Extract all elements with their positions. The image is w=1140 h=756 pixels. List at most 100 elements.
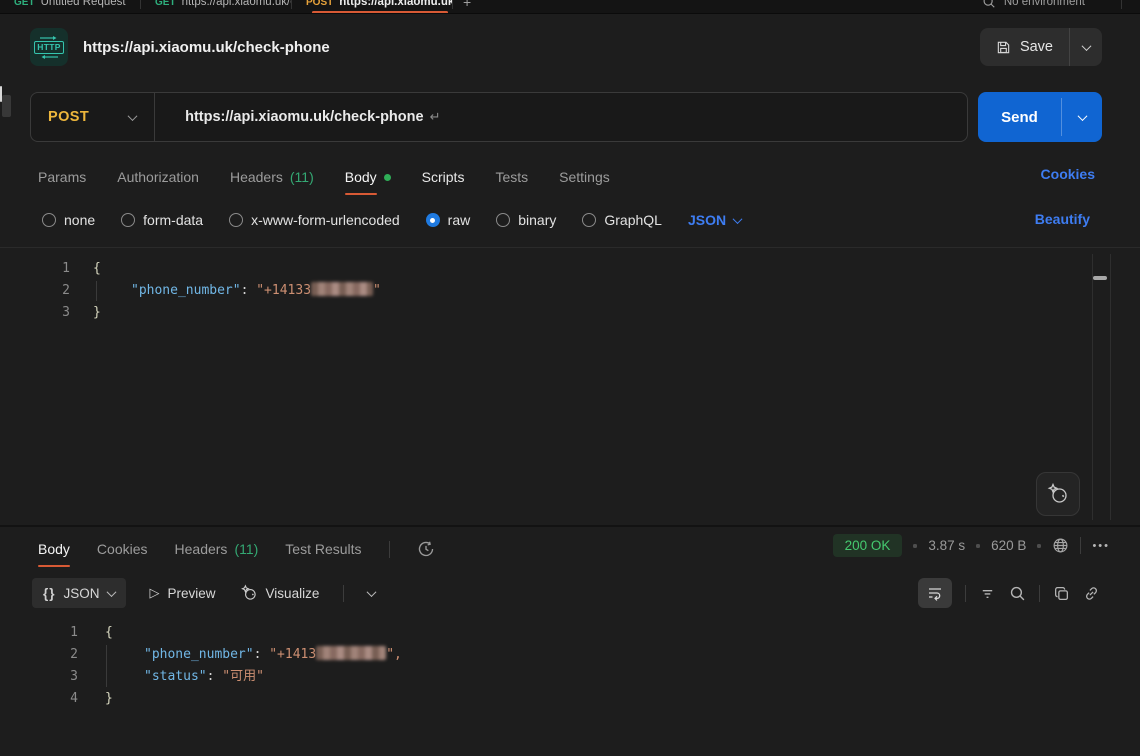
save-options-button[interactable] — [1070, 28, 1102, 66]
radio-icon — [229, 213, 243, 227]
headers-count: (11) — [234, 541, 258, 557]
beautify-link[interactable]: Beautify — [1035, 211, 1090, 227]
redacted-phone-digits — [311, 282, 373, 296]
tab-tests[interactable]: Tests — [495, 169, 528, 185]
http-request-icon: HTTP — [30, 28, 68, 66]
more-views-chevron[interactable] — [367, 587, 377, 597]
request-body-editor[interactable]: 1 { 2 "phone_number": "+14133" 3 } — [0, 248, 1140, 525]
language-selector[interactable]: JSON — [688, 212, 741, 228]
http-badge: HTTP — [34, 41, 63, 54]
more-options-icon[interactable]: ••• — [1092, 540, 1110, 552]
response-format-selector[interactable]: {} JSON — [32, 578, 126, 608]
workspace-tab-strip: GET Untitled Request GET https://api.xia… — [0, 0, 1140, 14]
section-divider — [0, 525, 1140, 527]
radio-icon — [496, 213, 510, 227]
cookies-link[interactable]: Cookies — [1041, 166, 1095, 182]
search-icon[interactable] — [982, 0, 996, 9]
search-icon — [1009, 585, 1026, 602]
tab-headers[interactable]: Headers(11) — [230, 169, 314, 185]
modified-dot-icon — [384, 174, 391, 181]
app-window: GET Untitled Request GET https://api.xia… — [0, 0, 1140, 756]
history-icon[interactable] — [417, 540, 435, 558]
response-time: 3.87 s — [928, 538, 965, 553]
tab-label: https://api.xiaomu.uk/ch — [182, 0, 291, 8]
play-icon: ▷ — [150, 585, 160, 601]
chevron-down-icon — [733, 214, 743, 224]
radio-none[interactable]: none — [42, 212, 95, 228]
visualize-button[interactable]: Visualize — [240, 584, 320, 602]
response-body-editor[interactable]: 1 { 2 "phone_number": "+1413", 3 "status… — [0, 614, 1140, 756]
scrollbar-thumb[interactable] — [1093, 276, 1107, 280]
postbot-button[interactable] — [1036, 472, 1080, 516]
arrow-left-icon — [39, 55, 59, 60]
radio-graphql[interactable]: GraphQL — [582, 212, 662, 228]
line-number: 3 — [0, 666, 78, 688]
add-tab-button[interactable]: + — [453, 0, 481, 10]
url-input[interactable]: https://api.xiaomu.uk/check-phone — [185, 109, 423, 125]
method-label: POST — [48, 109, 89, 125]
wrap-text-icon — [926, 584, 944, 602]
tab-label: Untitled Request — [41, 0, 126, 8]
code-line: 2 "phone_number": "+14133" — [0, 280, 1140, 302]
code-line: 3 } — [0, 302, 1140, 324]
send-split-button: Send — [978, 92, 1102, 142]
search-response-button[interactable] — [1009, 585, 1026, 602]
radio-icon — [121, 213, 135, 227]
visualize-sparkle-icon — [240, 584, 258, 602]
tab-body-active[interactable]: Body — [345, 169, 391, 185]
indent-guide — [106, 645, 107, 687]
tab-authorization[interactable]: Authorization — [117, 169, 199, 185]
tab-settings[interactable]: Settings — [559, 169, 610, 185]
copy-response-button[interactable] — [1053, 585, 1070, 602]
status-badge: 200 OK — [833, 534, 903, 557]
tab-label: https://api.xiaomu.uk/c — [339, 0, 452, 8]
request-tab-2[interactable]: GET https://api.xiaomu.uk/ch — [141, 0, 291, 13]
scrollbar-track — [1092, 254, 1093, 520]
body-type-bar: none form-data x-www-form-urlencoded raw… — [0, 204, 1140, 236]
sidebar-collapse-handle[interactable] — [2, 95, 11, 117]
line-number: 3 — [0, 302, 70, 324]
arrow-right-icon — [39, 35, 59, 40]
save-button[interactable]: Save — [980, 28, 1069, 66]
chevron-down-icon — [1077, 111, 1087, 121]
url-bar: POST https://api.xiaomu.uk/check-phone ↵ — [30, 92, 968, 142]
divider — [1039, 585, 1040, 602]
chevron-down-icon — [128, 111, 138, 121]
chevron-down-icon — [1081, 41, 1091, 51]
line-number: 2 — [0, 644, 78, 666]
radio-binary[interactable]: binary — [496, 212, 556, 228]
response-tab-cookies[interactable]: Cookies — [97, 541, 148, 557]
line-number: 1 — [0, 258, 70, 280]
globe-icon[interactable] — [1052, 537, 1069, 554]
return-key-glyph: ↵ — [430, 109, 441, 125]
environment-selector[interactable]: No environment — [1004, 0, 1085, 8]
tab-params[interactable]: Params — [38, 169, 86, 185]
copy-link-button[interactable] — [1083, 585, 1100, 602]
request-tab-1[interactable]: GET Untitled Request — [0, 0, 140, 13]
code-line: 4 } — [0, 688, 1140, 710]
send-options-button[interactable] — [1062, 92, 1102, 142]
dot-separator — [913, 544, 917, 548]
send-button[interactable]: Send — [978, 92, 1061, 142]
request-header: HTTP https://api.xiaomu.uk/check-phone S… — [0, 14, 1140, 80]
save-icon — [996, 40, 1011, 55]
method-badge-get: GET — [14, 0, 35, 8]
response-tab-test-results[interactable]: Test Results — [285, 541, 361, 557]
radio-form-data[interactable]: form-data — [121, 212, 203, 228]
tab-scripts[interactable]: Scripts — [422, 169, 465, 185]
response-tab-headers[interactable]: Headers(11) — [175, 541, 259, 557]
radio-raw-selected[interactable]: raw — [426, 212, 471, 228]
code-line: 1 { — [0, 622, 1140, 644]
save-split-button: Save — [980, 28, 1102, 66]
method-selector[interactable]: POST — [31, 93, 154, 141]
link-icon — [1083, 585, 1100, 602]
radio-urlencoded[interactable]: x-www-form-urlencoded — [229, 212, 400, 228]
chevron-down-icon — [106, 587, 116, 597]
response-tab-body-active[interactable]: Body — [38, 541, 70, 557]
radio-icon — [42, 213, 56, 227]
preview-button[interactable]: ▷ Preview — [150, 585, 216, 601]
wrap-text-button[interactable] — [918, 578, 952, 608]
filter-button[interactable] — [979, 585, 996, 602]
indent-guide — [96, 281, 97, 301]
code-line: 1 { — [0, 258, 1140, 280]
